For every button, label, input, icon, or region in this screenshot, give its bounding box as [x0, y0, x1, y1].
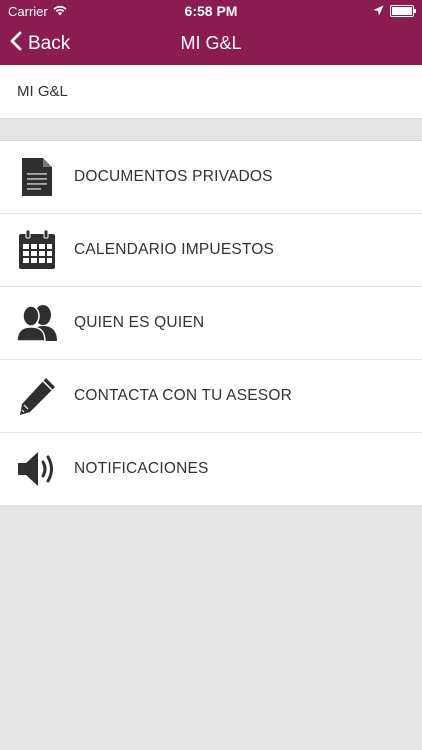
- menu-item-quien-es-quien[interactable]: QUIEN ES QUIEN: [0, 287, 422, 360]
- status-left: Carrier: [8, 4, 67, 19]
- document-icon: [0, 157, 74, 197]
- status-bar: Carrier 6:58 PM: [0, 0, 422, 22]
- menu-item-documentos-privados[interactable]: DOCUMENTOS PRIVADOS: [0, 141, 422, 214]
- navigation-bar: Back MI G&L: [0, 22, 422, 65]
- menu-item-notificaciones[interactable]: NOTIFICACIONES: [0, 433, 422, 505]
- wifi-icon: [53, 4, 67, 19]
- menu-item-label: CONTACTA CON TU ASESOR: [74, 387, 292, 404]
- back-button[interactable]: Back: [0, 31, 70, 57]
- battery-icon: [390, 5, 416, 17]
- carrier-label: Carrier: [8, 3, 48, 19]
- back-label: Back: [28, 32, 71, 54]
- menu-item-label: DOCUMENTOS PRIVADOS: [74, 168, 273, 185]
- calendar-icon: [0, 230, 74, 270]
- speaker-icon: [0, 450, 74, 488]
- section-separator: [0, 118, 422, 140]
- menu-item-contacta-con-tu-asesor[interactable]: CONTACTA CON TU ASESOR: [0, 360, 422, 433]
- people-icon: [0, 304, 74, 342]
- section-header: MI G&L: [0, 65, 422, 118]
- menu-item-label: NOTIFICACIONES: [74, 460, 209, 477]
- menu-item-label: CALENDARIO IMPUESTOS: [74, 241, 275, 258]
- chevron-left-icon: [10, 31, 22, 57]
- pencil-icon: [0, 375, 74, 417]
- status-right: [373, 4, 416, 19]
- location-arrow-icon: [373, 4, 384, 19]
- menu-item-calendario-impuestos[interactable]: CALENDARIO IMPUESTOS: [0, 214, 422, 287]
- menu-item-label: QUIEN ES QUIEN: [74, 314, 205, 331]
- top-bar: Carrier 6:58 PM Back MI G&L: [0, 0, 422, 65]
- menu-list: DOCUMENTOS PRIVADOS CALENDARIO IMPUESTOS: [0, 140, 422, 505]
